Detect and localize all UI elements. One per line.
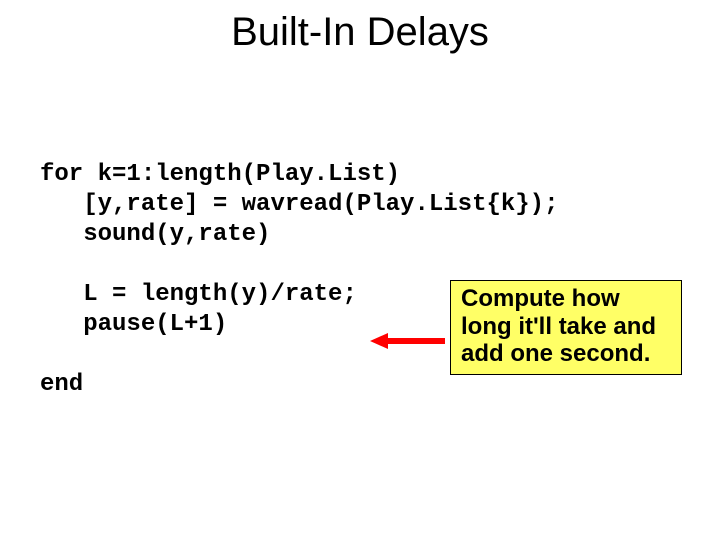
code-line-6: pause(L+1): [40, 311, 227, 338]
slide-title: Built-In Delays: [0, 10, 720, 55]
code-line-2: [y,rate] = wavread(Play.List{k});: [40, 191, 558, 218]
code-line-5: L = length(y)/rate;: [40, 281, 357, 308]
arrow-left-icon: [370, 333, 445, 349]
code-line-8: end: [40, 371, 83, 398]
code-line-1: for k=1:length(Play.List): [40, 161, 400, 188]
code-line-3: sound(y,rate): [40, 221, 270, 248]
callout-box: Compute how long it'll take and add one …: [450, 280, 682, 375]
